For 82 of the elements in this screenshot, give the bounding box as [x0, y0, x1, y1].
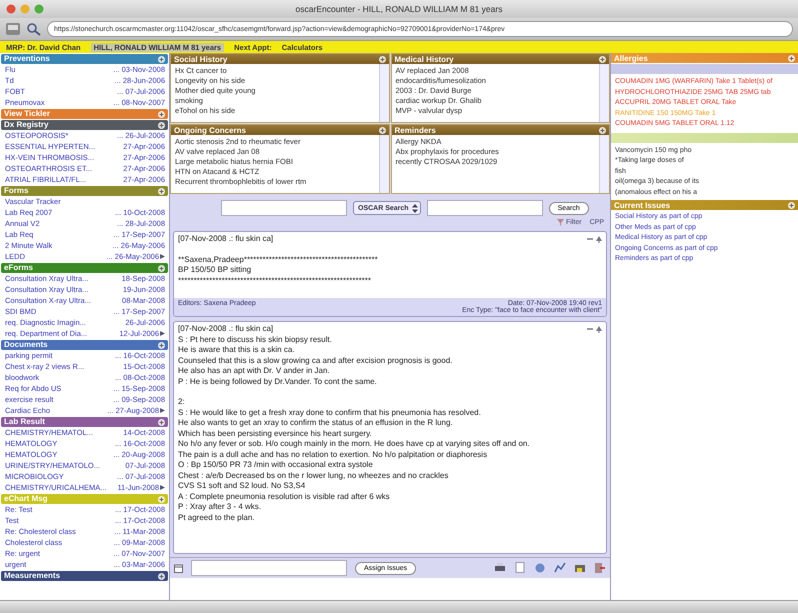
globe-icon[interactable] — [534, 562, 546, 574]
panel-title[interactable]: Medical History — [394, 54, 454, 64]
more-arrow-icon[interactable] — [160, 408, 165, 413]
note-line: No h/o any fever or sob. H/o cough mainly in the morn. He does have cp at varying sites off and on. — [178, 439, 531, 450]
minimize-icon[interactable] — [587, 236, 593, 242]
expand-icon[interactable] — [158, 264, 165, 272]
note-line: Which has been persisting eversince his heart surgery. — [178, 428, 373, 439]
scrollbar[interactable] — [599, 64, 609, 122]
expand-icon[interactable] — [378, 126, 386, 134]
expand-icon[interactable] — [158, 188, 165, 194]
note-line: The pain is a dull ache and has no relation to exertion. No h/o palpitation or diaphoresis — [178, 450, 488, 460]
more-arrow-icon[interactable] — [160, 254, 165, 259]
search-field[interactable] — [221, 200, 347, 216]
section-header[interactable]: Lab Result — [1, 417, 168, 427]
expand-icon[interactable] — [378, 56, 386, 62]
section-title[interactable]: Measurements — [4, 571, 60, 581]
expand-icon[interactable] — [788, 54, 795, 62]
section-title[interactable]: eForms — [4, 263, 33, 273]
pin-icon[interactable] — [596, 326, 602, 333]
expand-icon[interactable] — [158, 496, 165, 502]
note-line: [07-Nov-2008 .: flu skin ca] — [178, 324, 274, 334]
section-title[interactable]: Dx Registry — [4, 120, 48, 130]
search-icon[interactable] — [26, 22, 42, 36]
note-line: S : He would like to get a fresh xray done to confirm that his pneumonia has resolved. — [178, 408, 482, 418]
more-arrow-icon[interactable] — [160, 485, 165, 490]
folder-icon[interactable] — [574, 562, 586, 574]
expand-icon[interactable] — [158, 572, 165, 580]
exit-icon[interactable] — [594, 562, 606, 574]
section-header[interactable]: Dx Registry — [1, 120, 168, 130]
issue-field[interactable] — [191, 560, 347, 576]
page-icon[interactable] — [514, 562, 526, 574]
section-title[interactable]: Lab Result — [4, 417, 45, 427]
expand-icon[interactable] — [788, 202, 795, 208]
funnel-icon — [557, 219, 564, 226]
note-line: CVS S1 soft and S2 loud. No S3,S4 — [178, 481, 306, 492]
minimize-icon[interactable] — [587, 326, 593, 332]
expand-icon[interactable] — [158, 342, 165, 348]
expand-icon[interactable] — [158, 122, 165, 128]
section-header[interactable]: Forms — [1, 186, 168, 196]
note-line: ************************************************************** — [178, 276, 372, 286]
more-arrow-icon[interactable] — [160, 331, 165, 336]
panel-title[interactable]: Reminders — [394, 126, 436, 134]
expand-icon[interactable] — [158, 418, 165, 426]
note-line: P : Xray after 3 - 4 wks. — [178, 502, 262, 512]
section-header[interactable]: Preventions — [1, 54, 168, 64]
search-field[interactable] — [426, 200, 543, 216]
section-header[interactable]: eForms — [1, 263, 168, 273]
note-line: BP 150/50 BP sitting — [178, 265, 252, 276]
note-line: [07-Nov-2008 .: flu skin ca] — [178, 234, 274, 244]
panel-title[interactable]: Social History — [174, 54, 228, 64]
expand-icon[interactable] — [158, 56, 165, 62]
section-title[interactable]: Forms — [4, 186, 28, 196]
note-line: A : Complete pneumonia resolution is visible rad after 6 wks — [178, 492, 391, 502]
note-line: Counseled that this is a slow growing ca and after excision prognosis is good. — [178, 356, 454, 366]
note-line: He also wants to get an xray to confirm the status of an effusion in the R lung. — [178, 418, 454, 428]
toolbar-icon[interactable] — [5, 22, 21, 36]
calendar-icon[interactable] — [174, 564, 183, 572]
note-line: Chest : a/e/b Decreased bs on the r lower lung, no wheezes and no crackles — [178, 470, 450, 481]
pin-icon[interactable] — [596, 236, 602, 243]
note-line: Pt agreed to the plan. — [178, 512, 256, 523]
scrollbar[interactable] — [378, 64, 388, 122]
expand-icon[interactable] — [599, 56, 606, 62]
note-line: P : He is being followed by Dr.Vander. To cont the same. — [178, 376, 378, 387]
stepper-icon — [412, 204, 418, 212]
chart-icon[interactable] — [554, 562, 566, 574]
note-line: He is aware that this is a skin ca. — [178, 345, 296, 356]
note-line: S : Pt here to discuss his skin biopsy result. — [178, 334, 333, 345]
section-header[interactable]: Measurements — [1, 571, 168, 581]
expand-icon[interactable] — [158, 110, 165, 118]
window-title: oscarEncounter - HILL, RONALD WILLIAM M 81 years — [296, 4, 502, 14]
note-line: He also has an apt with Dr. V ander in Jan. — [178, 366, 331, 376]
scrollbar[interactable] — [599, 135, 609, 193]
section-header[interactable]: Documents — [1, 340, 168, 350]
section-title[interactable]: Documents — [4, 340, 48, 350]
note-line: **Saxena,Pradeep******************************************* — [178, 254, 379, 265]
printer-icon[interactable] — [494, 562, 506, 574]
section-title[interactable]: Preventions — [4, 54, 50, 64]
note-line: 2: — [178, 397, 186, 408]
expand-icon[interactable] — [599, 126, 606, 134]
note-line: O : Bp 150/50 PR 73 /min with occasional extra systole — [178, 460, 374, 470]
panel-title[interactable]: Ongoing Concerns — [174, 126, 246, 134]
scrollbar[interactable] — [378, 135, 388, 193]
